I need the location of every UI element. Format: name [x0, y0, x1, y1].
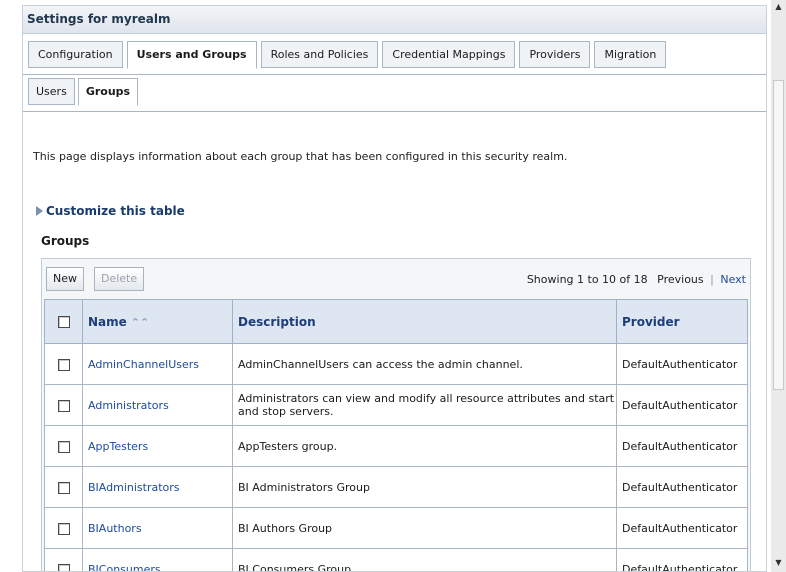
row-checkbox[interactable] [57, 399, 70, 412]
settings-panel: Settings for myrealm Configuration Users… [22, 5, 767, 572]
panel-title: Settings for myrealm [23, 6, 766, 34]
groups-heading: Groups [41, 234, 90, 248]
secondary-tab-bar: Users Groups [23, 78, 766, 112]
tab-users-and-groups[interactable]: Users and Groups [126, 41, 257, 69]
group-provider: DefaultAuthenticator [616, 425, 748, 467]
group-name-link[interactable]: BIConsumers [82, 548, 233, 571]
row-checkbox[interactable] [57, 440, 70, 453]
table-row: BIConsumers BI Consumers Group DefaultAu… [44, 548, 748, 571]
subtab-groups[interactable]: Groups [77, 78, 139, 106]
customize-table-link[interactable]: Customize this table [36, 204, 185, 218]
customize-table-label: Customize this table [46, 204, 185, 218]
group-description: Administrators can view and modify all r… [232, 384, 617, 426]
row-checkbox-cell [44, 384, 83, 426]
tab-configuration[interactable]: Configuration [28, 41, 123, 68]
pagination: Showing 1 to 10 of 18 Previous | Next [527, 273, 746, 286]
primary-tab-bar: Configuration Users and Groups Roles and… [23, 41, 766, 75]
next-link[interactable]: Next [720, 273, 746, 286]
groups-table-container: New Delete Showing 1 to 10 of 18 Previou… [41, 258, 751, 571]
row-checkbox[interactable] [57, 358, 70, 371]
group-description: AppTesters group. [232, 425, 617, 467]
select-all-cell [44, 299, 83, 344]
group-name-link[interactable]: BIAdministrators [82, 466, 233, 508]
column-header-provider[interactable]: Provider [616, 299, 748, 344]
scroll-down-arrow-icon[interactable]: ▼ [771, 558, 786, 568]
group-name-link[interactable]: AdminChannelUsers [82, 343, 233, 385]
row-checkbox-cell [44, 343, 83, 385]
groups-table: Name ⌃⌃ Description Provider AdminChannel… [44, 299, 748, 571]
group-provider: DefaultAuthenticator [616, 384, 748, 426]
page-description: This page displays information about eac… [33, 150, 568, 163]
delete-button[interactable]: Delete [94, 267, 145, 291]
subtab-users[interactable]: Users [28, 78, 75, 105]
row-checkbox-cell [44, 507, 83, 549]
table-row: Administrators Administrators can view a… [44, 384, 748, 426]
scroll-thumb[interactable] [773, 80, 784, 390]
sort-ascending-icon: ⌃⌃ [130, 315, 150, 329]
row-checkbox[interactable] [57, 563, 70, 571]
vertical-scrollbar[interactable]: ▲ ▼ [771, 0, 786, 572]
group-provider: DefaultAuthenticator [616, 466, 748, 508]
column-header-description[interactable]: Description [232, 299, 617, 344]
table-row: AppTesters AppTesters group. DefaultAuth… [44, 425, 748, 467]
tab-roles-and-policies[interactable]: Roles and Policies [260, 41, 379, 68]
group-provider: DefaultAuthenticator [616, 343, 748, 385]
expand-triangle-icon [36, 206, 43, 216]
pager-separator: | [710, 273, 714, 286]
group-description: BI Authors Group [232, 507, 617, 549]
table-row: BIAdministrators BI Administrators Group… [44, 466, 748, 508]
tab-providers[interactable]: Providers [519, 41, 591, 68]
row-checkbox[interactable] [57, 481, 70, 494]
tab-migration[interactable]: Migration [594, 41, 667, 68]
scroll-up-arrow-icon[interactable]: ▲ [771, 2, 786, 12]
group-name-link[interactable]: Administrators [82, 384, 233, 426]
group-provider: DefaultAuthenticator [616, 507, 748, 549]
table-row: AdminChannelUsers AdminChannelUsers can … [44, 343, 748, 385]
group-name-link[interactable]: AppTesters [82, 425, 233, 467]
new-button[interactable]: New [46, 267, 84, 291]
group-provider: DefaultAuthenticator [616, 548, 748, 571]
showing-count: Showing 1 to 10 of 18 [526, 273, 648, 286]
table-toolbar: New Delete Showing 1 to 10 of 18 Previou… [42, 259, 750, 299]
select-all-checkbox[interactable] [57, 316, 70, 328]
group-description: BI Administrators Group [232, 466, 617, 508]
group-name-link[interactable]: BIAuthors [82, 507, 233, 549]
group-description: AdminChannelUsers can access the admin c… [232, 343, 617, 385]
previous-link[interactable]: Previous [657, 273, 704, 286]
column-header-name[interactable]: Name ⌃⌃ [82, 299, 233, 344]
row-checkbox-cell [44, 548, 83, 571]
row-checkbox[interactable] [57, 522, 70, 535]
tab-credential-mappings[interactable]: Credential Mappings [382, 41, 516, 68]
row-checkbox-cell [44, 466, 83, 508]
row-checkbox-cell [44, 425, 83, 467]
group-description: BI Consumers Group [232, 548, 617, 571]
table-row: BIAuthors BI Authors Group DefaultAuthen… [44, 507, 748, 549]
table-header-row: Name ⌃⌃ Description Provider [44, 299, 748, 344]
